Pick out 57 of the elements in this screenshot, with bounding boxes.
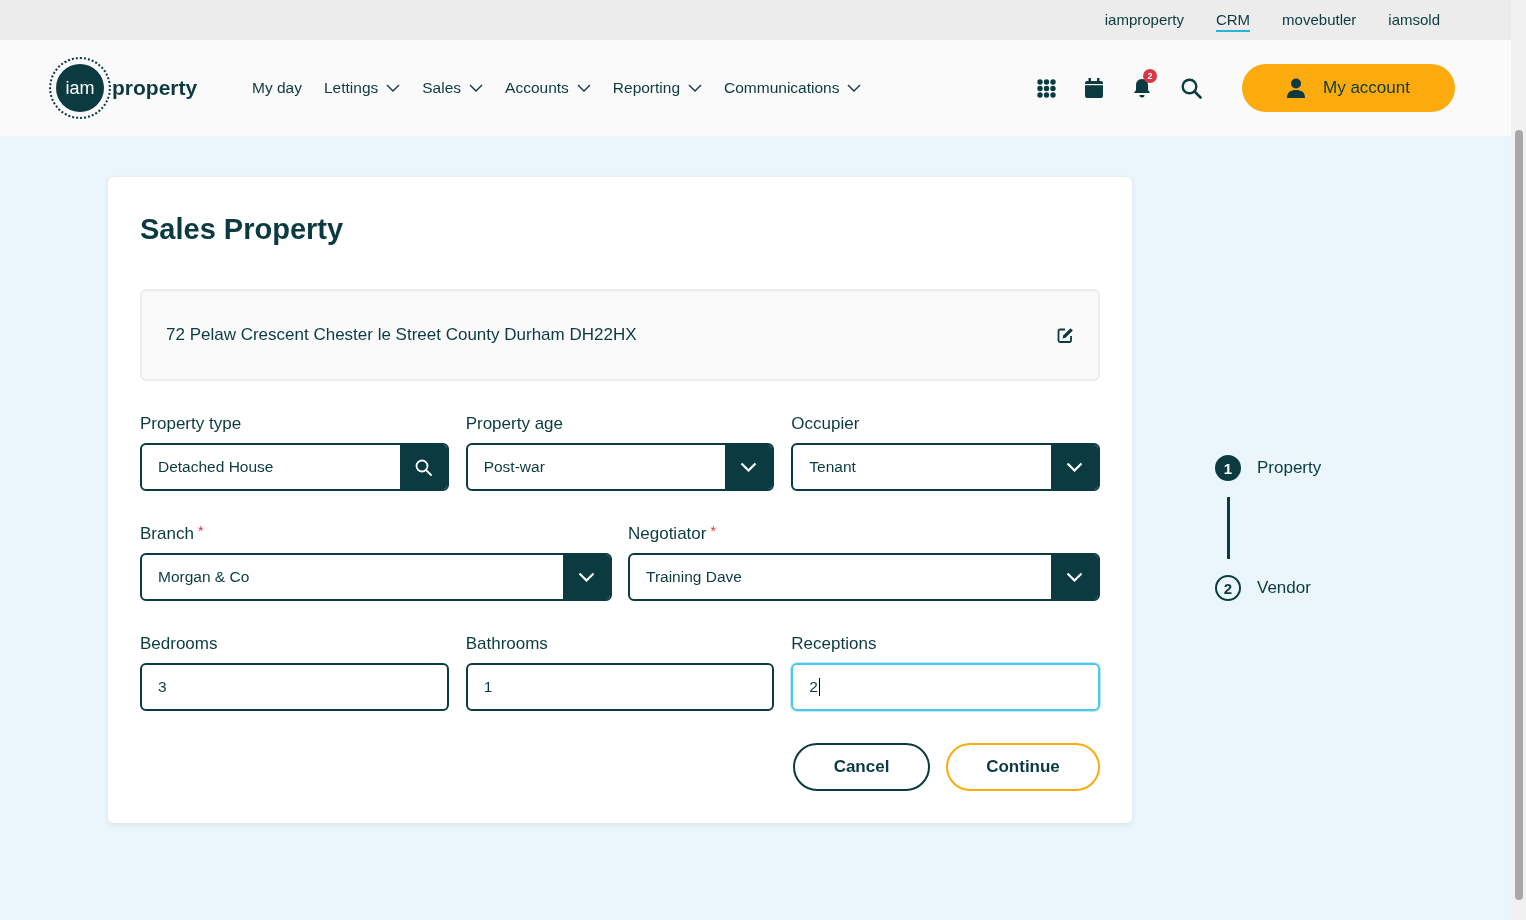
address-text: 72 Pelaw Crescent Chester le Street County Durham DH22HX bbox=[166, 325, 637, 345]
scrollbar[interactable] bbox=[1511, 0, 1526, 920]
select-field[interactable]: Post-war bbox=[465, 443, 775, 491]
chevron-down-icon bbox=[578, 572, 595, 582]
site-link[interactable]: movebutler bbox=[1282, 8, 1357, 32]
chevron-down-icon bbox=[688, 84, 703, 92]
logo-text: property bbox=[112, 76, 198, 100]
chevron-down-icon bbox=[386, 84, 401, 92]
site-link[interactable]: iamproperty bbox=[1104, 8, 1184, 32]
required-mark: * bbox=[197, 523, 204, 539]
nav-item[interactable]: Lettings bbox=[323, 79, 401, 97]
field-label: Property age bbox=[465, 414, 563, 434]
continue-button[interactable]: Continue bbox=[946, 743, 1100, 791]
required-mark: * bbox=[710, 523, 716, 539]
step-number: 2 bbox=[1215, 575, 1241, 601]
input-field[interactable]: 2 bbox=[791, 663, 1100, 711]
field-label: Property type bbox=[140, 414, 242, 434]
field-label: Negotiator bbox=[628, 524, 707, 544]
nav-item[interactable]: Sales bbox=[422, 79, 484, 97]
step-number: 1 bbox=[1215, 455, 1241, 481]
select-field[interactable]: Tenant bbox=[791, 443, 1100, 491]
site-link[interactable]: CRM bbox=[1215, 8, 1251, 32]
nav-item[interactable]: Communications bbox=[724, 79, 862, 97]
nav-item[interactable]: Reporting bbox=[612, 79, 703, 97]
search-field[interactable]: Detached House bbox=[140, 443, 449, 491]
chevron-down-icon bbox=[1066, 462, 1083, 472]
search-button[interactable] bbox=[399, 445, 447, 489]
step-label[interactable]: Vendor bbox=[1257, 578, 1311, 598]
site-link[interactable]: iamsold bbox=[1388, 8, 1440, 32]
calendar-icon[interactable] bbox=[1085, 78, 1103, 98]
select-field[interactable]: Morgan & Co bbox=[140, 553, 612, 601]
chevron-down-icon bbox=[847, 84, 862, 92]
person-icon bbox=[1287, 78, 1306, 98]
search-icon[interactable] bbox=[1181, 77, 1202, 99]
search-icon bbox=[414, 458, 432, 476]
field-label: Occupier bbox=[791, 414, 860, 434]
my-account-button[interactable]: My account bbox=[1242, 64, 1455, 112]
edit-icon[interactable] bbox=[1057, 326, 1074, 344]
notification-badge: 2 bbox=[1143, 69, 1157, 83]
apps-grid-icon[interactable] bbox=[1037, 78, 1056, 98]
input-field[interactable]: 1 bbox=[465, 663, 775, 711]
nav-item[interactable]: Accounts bbox=[505, 79, 591, 97]
field-label: Bathrooms bbox=[465, 634, 548, 654]
chevron-down-icon bbox=[740, 462, 758, 472]
select-field[interactable]: Training Dave bbox=[628, 553, 1100, 601]
input-field[interactable]: 3 bbox=[140, 663, 449, 711]
cancel-button[interactable]: Cancel bbox=[793, 743, 930, 791]
field-label: Receptions bbox=[791, 634, 877, 654]
bell-icon[interactable] bbox=[1132, 77, 1152, 99]
field-label: Bedrooms bbox=[140, 634, 218, 654]
chevron-down-icon bbox=[1066, 572, 1083, 582]
step-label[interactable]: Property bbox=[1257, 458, 1322, 478]
chevron-down-icon bbox=[576, 84, 591, 92]
field-label: Branch bbox=[140, 524, 194, 544]
card-title: Sales Property bbox=[140, 212, 345, 247]
nav-item[interactable]: My day bbox=[252, 79, 302, 97]
chevron-down-icon bbox=[469, 84, 484, 92]
